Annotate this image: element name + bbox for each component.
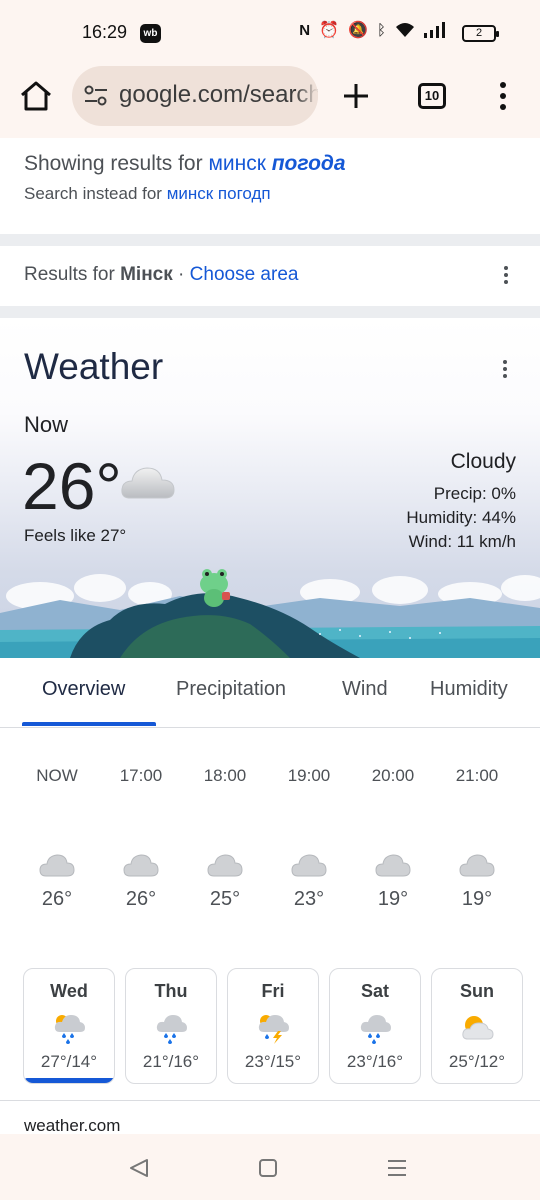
weather-condition: Cloudy [450, 450, 516, 473]
precipitation-value: Precip: 0% [433, 484, 516, 503]
cloud-icon [99, 852, 183, 882]
active-tab-indicator [22, 722, 156, 726]
humidity-value: Humidity: 44% [406, 508, 516, 527]
now-label: Now [24, 412, 69, 437]
recents-icon[interactable] [386, 1158, 408, 1178]
corrected-query-link[interactable]: минск погода [208, 152, 345, 175]
day-card-sun[interactable]: Sun 25°/12° [431, 968, 523, 1084]
cloud-icon [267, 852, 351, 882]
choose-area-link[interactable]: Choose area [190, 264, 299, 285]
weather-title: Weather [24, 346, 164, 387]
current-temperature: 26° [22, 449, 122, 523]
home-button[interactable] [18, 78, 54, 114]
weather-tabs: Overview Precipitation Wind Humidity [0, 658, 540, 728]
search-instead-label: Search instead for [24, 184, 162, 203]
spelling-correction: Showing results for минск погода Search … [24, 152, 346, 204]
search-results: Showing results for минск погода Search … [0, 138, 540, 1138]
tab-humidity[interactable]: Humidity [430, 678, 508, 701]
location-row: Results for Мінск · Choose area [0, 246, 540, 306]
status-icons: N ⏰ 🔕 ᛒ [299, 20, 446, 40]
home-icon[interactable] [258, 1158, 278, 1178]
daily-forecast: Wed 27°/14° Thu 21°/16° Fri 23°/15° Sat [0, 966, 540, 1096]
site-settings-icon[interactable] [84, 85, 108, 107]
weather-source-link[interactable]: weather.com [24, 1116, 120, 1136]
day-card-wed[interactable]: Wed 27°/14° [23, 968, 115, 1084]
cloud-icon [435, 852, 519, 882]
browser-menu-button[interactable] [496, 80, 510, 112]
cloud-icon [183, 852, 267, 882]
results-for-label: Results for [24, 264, 115, 285]
hourly-item: 19:00 23° [267, 728, 351, 911]
day-card-thu[interactable]: Thu 21°/16° [125, 968, 217, 1084]
hourly-item: 18:00 25° [183, 728, 267, 911]
rain-showers-icon [24, 1012, 114, 1046]
wifi-icon [396, 23, 414, 37]
cloud-icon [121, 467, 175, 499]
tab-wind[interactable]: Wind [342, 678, 388, 701]
frog-illustration [0, 569, 540, 658]
weather-card: Weather Now 26° Feels like 27° Cloudy Pr… [0, 318, 540, 658]
wildberries-notification-icon: wb [140, 24, 161, 43]
system-nav-bar [0, 1134, 540, 1200]
hourly-item: NOW 26° [15, 728, 99, 911]
cloud-icon [351, 852, 435, 882]
mute-icon: 🔕 [348, 22, 368, 39]
section-divider [0, 234, 540, 246]
bluetooth-icon: ᛒ [376, 21, 386, 39]
tab-precipitation[interactable]: Precipitation [176, 678, 286, 701]
weather-more-icon[interactable] [503, 360, 509, 380]
back-icon[interactable] [128, 1158, 150, 1178]
section-divider [0, 306, 540, 318]
status-bar: 16:29 wb N ⏰ 🔕 ᛒ 2 [0, 0, 540, 66]
rain-showers-icon [126, 1012, 216, 1046]
hourly-item: 20:00 19° [351, 728, 435, 911]
location-city: Мінск [120, 264, 173, 285]
status-time: 16:29 [82, 22, 128, 42]
tab-switcher-button[interactable]: 10 [418, 83, 446, 109]
browser-toolbar: google.com/search 10 [0, 66, 540, 138]
hourly-item: 17:00 26° [99, 728, 183, 911]
rain-showers-icon [330, 1012, 420, 1046]
day-card-sat[interactable]: Sat 23°/16° [329, 968, 421, 1084]
nfc-icon: N [299, 21, 311, 39]
hourly-item: 21:00 19° [435, 728, 519, 911]
battery-icon: 2 [462, 25, 499, 42]
new-tab-button[interactable] [340, 80, 372, 112]
partly-cloudy-icon [432, 1012, 522, 1046]
alarm-icon: ⏰ [319, 22, 340, 39]
original-query-link[interactable]: минск погодп [167, 184, 271, 203]
showing-results-label: Showing results for [24, 152, 203, 175]
day-card-fri[interactable]: Fri 23°/15° [227, 968, 319, 1084]
cloud-icon [15, 852, 99, 882]
url-text[interactable]: google.com/search [119, 81, 318, 109]
tab-overview[interactable]: Overview [42, 678, 125, 701]
signal-icon [424, 22, 445, 38]
location-more-icon[interactable] [504, 266, 510, 286]
hourly-forecast: NOW 26° 17:00 26° 18:00 25° 19:00 23° 20… [0, 728, 540, 968]
address-bar[interactable]: google.com/search [72, 66, 318, 126]
selected-day-indicator [24, 1078, 114, 1083]
thunderstorm-icon [228, 1012, 318, 1046]
